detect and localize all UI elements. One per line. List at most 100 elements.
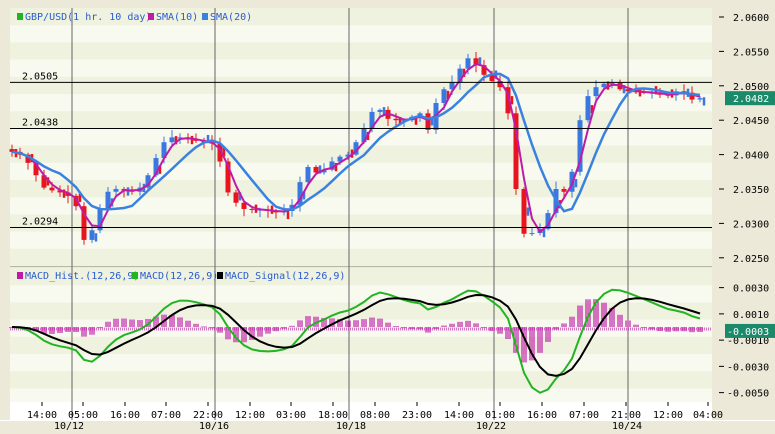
date-label: 10/16 (199, 421, 229, 432)
macd-hist-bar (465, 320, 467, 327)
macd-hist-bar (597, 299, 599, 327)
price-band (10, 76, 712, 94)
macd-hist-bar (131, 319, 133, 327)
macd-hist-bar (539, 327, 541, 353)
macd-hist-bar (561, 323, 563, 327)
price-tick-label: 2.0250 (733, 254, 769, 265)
date-label: 10/18 (336, 421, 366, 432)
macd-hist-bar (579, 305, 581, 327)
legend-swatch (17, 272, 23, 279)
macd-hist-bar (121, 318, 123, 327)
price-tick-label: 2.0300 (733, 219, 769, 230)
date-label: 10/24 (612, 421, 642, 432)
candle-body (465, 58, 471, 69)
macd-hist-bar (181, 317, 183, 327)
forex-chart[interactable]: 2.0505 2.0438 2.0294 2.0600 2.0550 2.0500 2.0… (0, 0, 775, 434)
macd-hist-bar (187, 320, 189, 327)
macd-hist-bar (577, 305, 579, 327)
candle-body (249, 208, 255, 210)
candle-body (113, 189, 119, 192)
macd-hist-bar (563, 323, 565, 327)
macd-hist-bar (617, 314, 619, 327)
macd-hist-bar (449, 323, 451, 327)
candle-body (529, 233, 535, 235)
macd-hist-bar (363, 319, 365, 327)
macd-band (10, 371, 712, 389)
macd-hist-bar (197, 323, 199, 327)
chart-svg[interactable]: 2.05052.04382.0294 2.06002.05502.05002.0… (0, 0, 775, 434)
candle-body (377, 109, 383, 112)
legend-label: GBP/USD(1 hr. 10 day) (25, 12, 151, 23)
macd-hist-bar (379, 318, 381, 327)
candle-body (521, 189, 527, 234)
price-band (10, 180, 712, 198)
time-label: 12:00 (653, 410, 683, 421)
macd-hist-bar (113, 318, 115, 327)
macd-hist-bar (139, 320, 141, 327)
price-tick-label: 2.0450 (733, 116, 769, 127)
macd-hist-bar (123, 318, 125, 327)
macd-hist-bar (473, 323, 475, 327)
macd-hist-bar (205, 326, 207, 328)
candle-body (697, 98, 703, 100)
price-band (10, 111, 712, 129)
macd-hist-bar (525, 327, 527, 363)
macd-hist-bar (195, 323, 197, 327)
macd-hist-bar (133, 319, 135, 327)
legend-swatch (132, 272, 138, 279)
macd-hist-bar (353, 320, 355, 327)
time-label: 14:00 (27, 410, 57, 421)
current-macd-label: -0.0003 (727, 327, 769, 338)
macd-hist-bar (621, 314, 623, 327)
candle-body (561, 189, 567, 192)
time-label: 03:00 (276, 410, 306, 421)
candle-body (89, 230, 95, 240)
macd-hist-bar (443, 325, 445, 327)
price-tick-label: 2.0400 (733, 151, 769, 162)
time-label: 21:00 (611, 410, 641, 421)
time-label: 05:00 (68, 410, 98, 421)
candle-body (601, 83, 607, 88)
macd-hist-bar (125, 318, 127, 327)
macd-hist-bar (299, 320, 301, 327)
macd-hist-bar (625, 320, 627, 327)
macd-hist-bar (569, 316, 571, 327)
macd-hist-bar (565, 323, 567, 327)
macd-hist-bar (117, 318, 119, 327)
macd-hist-bar (307, 316, 309, 327)
macd-hist-bar (461, 321, 463, 327)
macd-hist-bar (587, 299, 589, 327)
macd-hist-bar (193, 323, 195, 327)
macd-hist-bar (441, 325, 443, 327)
macd-hist-bar (627, 320, 629, 327)
time-label: 23:00 (402, 410, 432, 421)
macd-hist-bar (293, 325, 295, 327)
macd-hist-bar (619, 314, 621, 327)
time-label: 07:00 (569, 410, 599, 421)
macd-hist-bar (141, 320, 143, 327)
time-label: 18:00 (318, 410, 348, 421)
macd-hist-bar (355, 320, 357, 327)
macd-hist-bar (185, 320, 187, 327)
macd-hist-bar (291, 325, 293, 327)
candle-body (593, 87, 599, 97)
macd-hist-bar (179, 317, 181, 327)
macd-hist-bar (393, 325, 395, 327)
macd-tick-label: -0.0030 (727, 362, 769, 373)
macd-hist-bar (369, 317, 371, 327)
candle-body (49, 187, 55, 191)
legend-label: SMA(10) (156, 12, 198, 23)
time-label: 07:00 (151, 410, 181, 421)
time-label: 16:00 (110, 410, 140, 421)
macd-hist-bar (381, 318, 383, 327)
candle-body (169, 137, 175, 143)
macd-hist-bar (459, 321, 461, 327)
macd-hist-bar (313, 316, 315, 327)
macd-hist-bar (289, 325, 291, 327)
macd-hist-bar (105, 321, 107, 327)
legend-swatch (148, 13, 154, 20)
macd-hist-bar (371, 317, 373, 327)
price-tick-label: 2.0350 (733, 185, 769, 196)
legend-label: MACD_Hist.(12,26,9) (25, 271, 139, 282)
time-label: 22:00 (193, 410, 223, 421)
